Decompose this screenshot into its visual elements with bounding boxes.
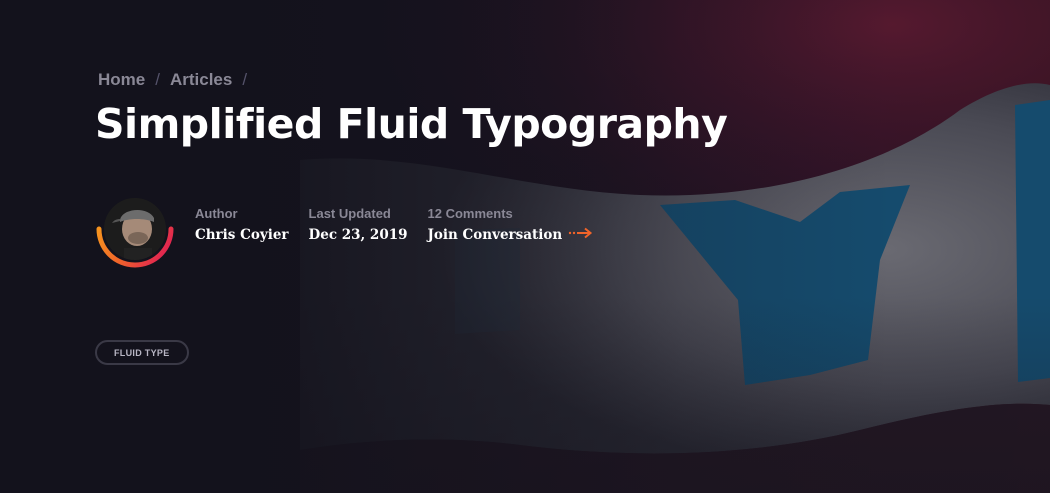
comments-info: 12 Comments Join Conversation	[428, 196, 595, 243]
join-conversation-link[interactable]: Join Conversation	[428, 227, 595, 243]
author-avatar[interactable]	[95, 196, 175, 276]
author-info: Author Chris Coyier	[195, 196, 289, 243]
arrow-right-icon	[568, 227, 594, 243]
page-title: Simplified Fluid Typography	[95, 100, 728, 148]
author-name-link[interactable]: Chris Coyier	[195, 227, 289, 243]
author-photo	[104, 198, 166, 260]
breadcrumb-home-link[interactable]: Home	[98, 70, 145, 90]
join-conversation-label: Join Conversation	[427, 227, 563, 243]
updated-info: Last Updated Dec 23, 2019	[309, 196, 408, 243]
tag-fluid-type[interactable]: FLUID TYPE	[95, 340, 189, 365]
author-label: Author	[195, 206, 238, 221]
comments-count: 12 Comments	[427, 206, 513, 221]
breadcrumb-articles-link[interactable]: Articles	[170, 70, 232, 90]
breadcrumb-separator: /	[242, 70, 248, 89]
updated-label: Last Updated	[308, 206, 391, 221]
article-meta: Author Chris Coyier Last Updated Dec 23,…	[95, 196, 594, 276]
breadcrumb-separator: /	[155, 70, 160, 89]
updated-date: Dec 23, 2019	[308, 227, 408, 243]
article-hero: Home / Articles / Simplified Fluid Typog…	[0, 0, 1050, 493]
breadcrumb: Home / Articles /	[98, 70, 257, 90]
person-icon	[104, 198, 166, 260]
